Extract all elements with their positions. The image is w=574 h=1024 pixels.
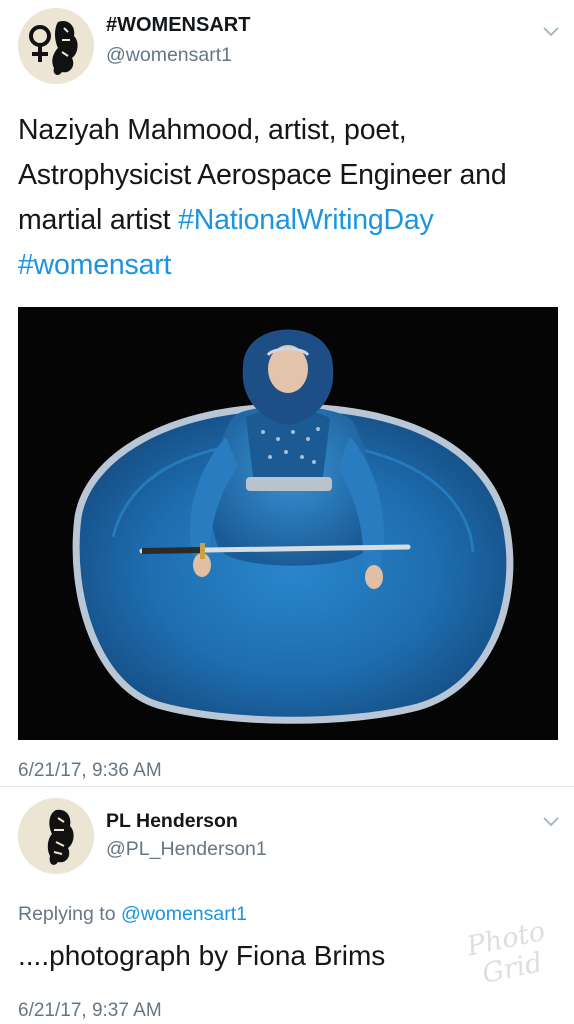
tweet-timestamp[interactable]: 6/21/17, 9:36 AM bbox=[18, 760, 162, 782]
tweet-author-avatar[interactable] bbox=[18, 8, 94, 84]
tweet-author-name[interactable]: #WOMENSART bbox=[106, 14, 250, 37]
reply-author-name[interactable]: PL Henderson bbox=[106, 810, 238, 833]
reply-author-handle[interactable]: @PL_Henderson1 bbox=[106, 838, 267, 861]
chevron-down-icon[interactable] bbox=[542, 26, 560, 38]
hashtag-link[interactable]: #NationalWritingDay bbox=[178, 204, 434, 236]
chevron-down-icon[interactable] bbox=[542, 816, 560, 828]
tweet-author-handle[interactable]: @womensart1 bbox=[106, 44, 232, 67]
tweet-photo[interactable] bbox=[18, 307, 558, 740]
tweet-text: Naziyah Mahmood, artist, poet, Astrophys… bbox=[18, 108, 558, 288]
hashtag-link[interactable]: #womensart bbox=[18, 249, 171, 281]
reply-timestamp[interactable]: 6/21/17, 9:37 AM bbox=[18, 1000, 162, 1022]
replying-to: Replying to @womensart1 bbox=[18, 903, 247, 926]
replying-to-prefix: Replying to bbox=[18, 903, 121, 925]
reply-text: ....photograph by Fiona Brims bbox=[18, 940, 386, 971]
reply-author-avatar[interactable] bbox=[18, 798, 94, 874]
divider bbox=[0, 786, 574, 787]
feather-logo-icon bbox=[18, 798, 94, 874]
photo-woman-blue-dress bbox=[18, 307, 558, 740]
womens-symbol-logo-icon bbox=[18, 8, 94, 84]
replying-to-mention[interactable]: @womensart1 bbox=[121, 903, 247, 925]
photogrid-watermark: Photo Grid bbox=[454, 915, 570, 1020]
